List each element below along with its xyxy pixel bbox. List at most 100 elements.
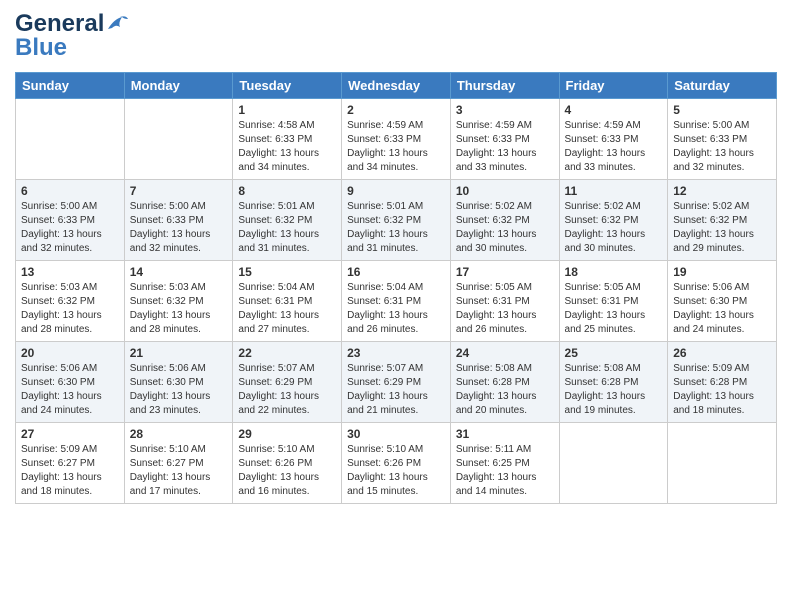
logo: General Blue [15, 10, 128, 62]
calendar-cell: 21 Sunrise: 5:06 AMSunset: 6:30 PMDayligh… [124, 342, 233, 423]
cell-info: Sunrise: 5:09 AMSunset: 6:28 PMDaylight:… [673, 362, 771, 418]
cell-info: Sunrise: 5:03 AMSunset: 6:32 PMDaylight:… [130, 281, 228, 337]
calendar-cell: 3 Sunrise: 4:59 AMSunset: 6:33 PMDaylight… [450, 99, 559, 180]
cell-info: Sunrise: 5:03 AMSunset: 6:32 PMDaylight:… [21, 281, 119, 337]
cell-info: Sunrise: 5:06 AMSunset: 6:30 PMDaylight:… [130, 362, 228, 418]
calendar-cell: 22 Sunrise: 5:07 AMSunset: 6:29 PMDayligh… [233, 342, 342, 423]
calendar-week-1: 1 Sunrise: 4:58 AMSunset: 6:33 PMDaylight… [16, 99, 777, 180]
cell-info: Sunrise: 5:04 AMSunset: 6:31 PMDaylight:… [238, 281, 336, 337]
cell-info: Sunrise: 5:10 AMSunset: 6:26 PMDaylight:… [238, 443, 336, 499]
day-number: 15 [238, 265, 336, 279]
col-header-tuesday: Tuesday [233, 73, 342, 99]
calendar-cell: 31 Sunrise: 5:11 AMSunset: 6:25 PMDayligh… [450, 423, 559, 504]
calendar-table: SundayMondayTuesdayWednesdayThursdayFrid… [15, 72, 777, 504]
calendar-cell: 9 Sunrise: 5:01 AMSunset: 6:32 PMDaylight… [342, 180, 451, 261]
day-number: 5 [673, 103, 771, 117]
day-number: 11 [565, 184, 663, 198]
day-number: 12 [673, 184, 771, 198]
day-number: 30 [347, 427, 445, 441]
day-number: 13 [21, 265, 119, 279]
cell-info: Sunrise: 4:59 AMSunset: 6:33 PMDaylight:… [347, 119, 445, 175]
day-number: 16 [347, 265, 445, 279]
cell-info: Sunrise: 5:02 AMSunset: 6:32 PMDaylight:… [673, 200, 771, 256]
cell-info: Sunrise: 5:04 AMSunset: 6:31 PMDaylight:… [347, 281, 445, 337]
cell-info: Sunrise: 5:00 AMSunset: 6:33 PMDaylight:… [21, 200, 119, 256]
calendar-cell: 28 Sunrise: 5:10 AMSunset: 6:27 PMDayligh… [124, 423, 233, 504]
calendar-cell: 1 Sunrise: 4:58 AMSunset: 6:33 PMDaylight… [233, 99, 342, 180]
cell-info: Sunrise: 5:02 AMSunset: 6:32 PMDaylight:… [456, 200, 554, 256]
day-number: 24 [456, 346, 554, 360]
cell-info: Sunrise: 5:02 AMSunset: 6:32 PMDaylight:… [565, 200, 663, 256]
day-number: 8 [238, 184, 336, 198]
calendar-cell: 29 Sunrise: 5:10 AMSunset: 6:26 PMDayligh… [233, 423, 342, 504]
calendar-cell: 5Sunrise: 5:00 AMSunset: 6:33 PMDaylight… [668, 99, 777, 180]
calendar-cell: 6 Sunrise: 5:00 AMSunset: 6:33 PMDaylight… [16, 180, 125, 261]
cell-info: Sunrise: 5:01 AMSunset: 6:32 PMDaylight:… [238, 200, 336, 256]
cell-info: Sunrise: 5:08 AMSunset: 6:28 PMDaylight:… [565, 362, 663, 418]
cell-info: Sunrise: 4:58 AMSunset: 6:33 PMDaylight:… [238, 119, 336, 175]
calendar-cell: 26 Sunrise: 5:09 AMSunset: 6:28 PMDayligh… [668, 342, 777, 423]
day-number: 22 [238, 346, 336, 360]
cell-info: Sunrise: 5:05 AMSunset: 6:31 PMDaylight:… [456, 281, 554, 337]
col-header-saturday: Saturday [668, 73, 777, 99]
cell-info: Sunrise: 5:08 AMSunset: 6:28 PMDaylight:… [456, 362, 554, 418]
calendar-cell [16, 99, 125, 180]
day-number: 9 [347, 184, 445, 198]
day-number: 17 [456, 265, 554, 279]
day-number: 29 [238, 427, 336, 441]
calendar-cell: 14 Sunrise: 5:03 AMSunset: 6:32 PMDayligh… [124, 261, 233, 342]
day-number: 23 [347, 346, 445, 360]
logo-bird-icon [106, 15, 128, 33]
cell-info: Sunrise: 5:10 AMSunset: 6:27 PMDaylight:… [130, 443, 228, 499]
day-number: 27 [21, 427, 119, 441]
day-number: 7 [130, 184, 228, 198]
calendar-cell: 24 Sunrise: 5:08 AMSunset: 6:28 PMDayligh… [450, 342, 559, 423]
cell-info: Sunrise: 5:06 AMSunset: 6:30 PMDaylight:… [673, 281, 771, 337]
cell-info: Sunrise: 5:11 AMSunset: 6:25 PMDaylight:… [456, 443, 554, 499]
calendar-header-row: SundayMondayTuesdayWednesdayThursdayFrid… [16, 73, 777, 99]
day-number: 21 [130, 346, 228, 360]
logo-blue: Blue [15, 34, 67, 62]
cell-info: Sunrise: 5:05 AMSunset: 6:31 PMDaylight:… [565, 281, 663, 337]
day-number: 25 [565, 346, 663, 360]
cell-info: Sunrise: 4:59 AMSunset: 6:33 PMDaylight:… [565, 119, 663, 175]
calendar-cell: 4 Sunrise: 4:59 AMSunset: 6:33 PMDaylight… [559, 99, 668, 180]
day-number: 20 [21, 346, 119, 360]
cell-info: Sunrise: 5:06 AMSunset: 6:30 PMDaylight:… [21, 362, 119, 418]
day-number: 26 [673, 346, 771, 360]
calendar-cell: 7Sunrise: 5:00 AMSunset: 6:33 PMDaylight… [124, 180, 233, 261]
day-number: 6 [21, 184, 119, 198]
day-number: 1 [238, 103, 336, 117]
col-header-monday: Monday [124, 73, 233, 99]
calendar-cell: 20 Sunrise: 5:06 AMSunset: 6:30 PMDayligh… [16, 342, 125, 423]
day-number: 28 [130, 427, 228, 441]
calendar-cell: 18 Sunrise: 5:05 AMSunset: 6:31 PMDayligh… [559, 261, 668, 342]
calendar-week-3: 13 Sunrise: 5:03 AMSunset: 6:32 PMDayligh… [16, 261, 777, 342]
calendar-cell: 15 Sunrise: 5:04 AMSunset: 6:31 PMDayligh… [233, 261, 342, 342]
cell-info: Sunrise: 5:01 AMSunset: 6:32 PMDaylight:… [347, 200, 445, 256]
calendar-cell: 17 Sunrise: 5:05 AMSunset: 6:31 PMDayligh… [450, 261, 559, 342]
day-number: 4 [565, 103, 663, 117]
day-number: 19 [673, 265, 771, 279]
day-number: 2 [347, 103, 445, 117]
day-number: 14 [130, 265, 228, 279]
calendar-cell [559, 423, 668, 504]
cell-info: Sunrise: 4:59 AMSunset: 6:33 PMDaylight:… [456, 119, 554, 175]
calendar-week-2: 6 Sunrise: 5:00 AMSunset: 6:33 PMDaylight… [16, 180, 777, 261]
cell-info: Sunrise: 5:07 AMSunset: 6:29 PMDaylight:… [347, 362, 445, 418]
calendar-cell [124, 99, 233, 180]
cell-info: Sunrise: 5:09 AMSunset: 6:27 PMDaylight:… [21, 443, 119, 499]
calendar-cell: 12 Sunrise: 5:02 AMSunset: 6:32 PMDayligh… [668, 180, 777, 261]
day-number: 3 [456, 103, 554, 117]
calendar-cell: 27 Sunrise: 5:09 AMSunset: 6:27 PMDayligh… [16, 423, 125, 504]
calendar-cell: 19 Sunrise: 5:06 AMSunset: 6:30 PMDayligh… [668, 261, 777, 342]
calendar-cell: 23 Sunrise: 5:07 AMSunset: 6:29 PMDayligh… [342, 342, 451, 423]
day-number: 31 [456, 427, 554, 441]
cell-info: Sunrise: 5:07 AMSunset: 6:29 PMDaylight:… [238, 362, 336, 418]
calendar-cell: 10Sunrise: 5:02 AMSunset: 6:32 PMDayligh… [450, 180, 559, 261]
calendar-week-4: 20 Sunrise: 5:06 AMSunset: 6:30 PMDayligh… [16, 342, 777, 423]
calendar-cell [668, 423, 777, 504]
day-number: 18 [565, 265, 663, 279]
calendar-cell: 13 Sunrise: 5:03 AMSunset: 6:32 PMDayligh… [16, 261, 125, 342]
col-header-thursday: Thursday [450, 73, 559, 99]
